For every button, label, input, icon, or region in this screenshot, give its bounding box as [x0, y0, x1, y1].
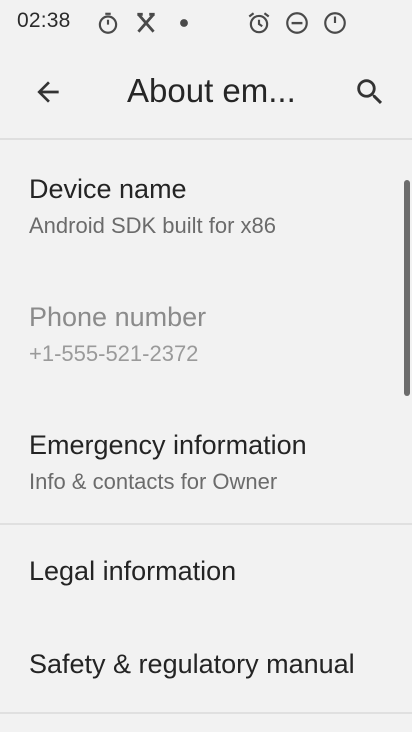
item-subtitle: Android SDK built for x86: [29, 213, 277, 238]
divider: [0, 712, 412, 714]
item-title: Device name: [29, 174, 187, 204]
arrow-back-icon: [37, 81, 59, 103]
scrollbar[interactable]: [404, 180, 410, 396]
search-button[interactable]: [346, 68, 394, 116]
do-not-disturb-icon: [284, 10, 310, 36]
divider: [0, 523, 412, 525]
status-time: 02:38: [17, 9, 71, 32]
settings-list: Device name Android SDK built for x86 Ph…: [0, 142, 412, 732]
item-subtitle: +1-555-521-2372: [29, 341, 199, 366]
back-button[interactable]: [22, 70, 74, 114]
notification-dot-icon: [171, 10, 197, 36]
item-title: Emergency information: [29, 430, 307, 460]
page-title: About em...: [127, 72, 296, 109]
list-item-safety-regulatory-manual[interactable]: Safety & regulatory manual: [0, 620, 412, 712]
app-bar: About em...: [0, 48, 412, 140]
list-item-device-name[interactable]: Device name Android SDK built for x86: [0, 160, 412, 268]
list-item-legal-information[interactable]: Legal information: [0, 526, 412, 618]
missed-call-icon: [133, 10, 159, 36]
search-icon: [357, 79, 383, 105]
alarm-icon: [246, 10, 272, 36]
item-title: Legal information: [29, 556, 237, 586]
item-title: Safety & regulatory manual: [29, 649, 355, 679]
status-bar: 02:38: [0, 0, 412, 48]
list-item-phone-number: Phone number +1-555-521-2372: [0, 288, 412, 396]
stopwatch-icon: [95, 10, 121, 36]
item-title: Phone number: [29, 302, 207, 332]
item-subtitle: Info & contacts for Owner: [29, 469, 278, 494]
list-item-emergency-information[interactable]: Emergency information Info & contacts fo…: [0, 416, 412, 524]
battery-icon: [322, 10, 348, 36]
